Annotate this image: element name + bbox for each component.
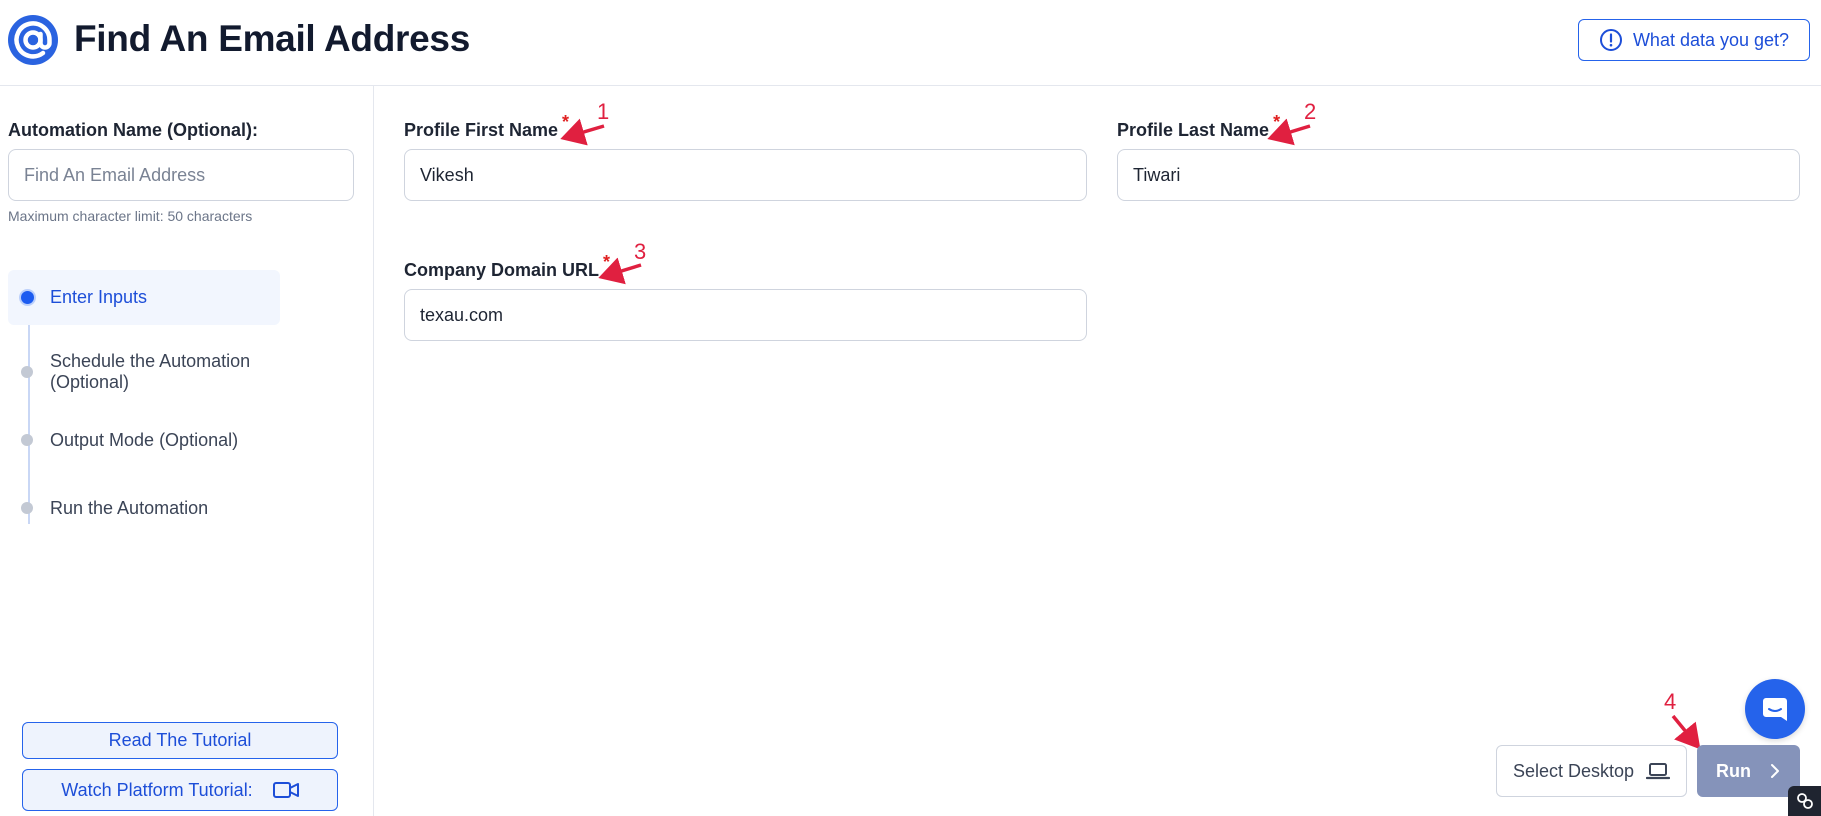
step-output-mode[interactable]: Output Mode (Optional) — [8, 406, 280, 474]
run-button[interactable]: Run — [1697, 745, 1800, 797]
corner-widget[interactable] — [1788, 786, 1821, 816]
last-name-label-text: Profile Last Name — [1117, 120, 1270, 140]
annotation-arrow-1 — [560, 118, 605, 146]
automation-name-label: Automation Name (Optional): — [8, 120, 258, 140]
at-sign-logo-icon — [8, 15, 58, 65]
first-name-label: Profile First Name * — [404, 112, 569, 141]
sidebar: Automation Name (Optional): Maximum char… — [0, 86, 374, 816]
chat-support-button[interactable] — [1745, 679, 1805, 739]
read-tutorial-button[interactable]: Read The Tutorial — [22, 722, 338, 759]
annotation-arrow-4 — [1671, 714, 1701, 750]
chevron-right-icon — [1771, 764, 1779, 778]
chat-icon — [1763, 698, 1787, 721]
last-name-label: Profile Last Name * — [1117, 112, 1280, 141]
steps-list: Enter Inputs Schedule the Automation (Op… — [8, 270, 280, 542]
company-domain-input[interactable] — [404, 289, 1087, 341]
page-title: Find An Email Address — [74, 18, 470, 59]
link-gear-icon — [1796, 793, 1813, 809]
char-limit-hint: Maximum character limit: 50 characters — [8, 208, 253, 224]
first-name-input[interactable] — [404, 149, 1087, 201]
step-run-automation[interactable]: Run the Automation — [8, 474, 280, 542]
step-label: Schedule the Automation (Optional) — [50, 351, 251, 392]
select-desktop-label: Select Desktop — [1512, 760, 1635, 781]
info-circle-icon — [1599, 29, 1622, 51]
annotation-number-2: 2 — [1304, 99, 1317, 124]
last-name-input[interactable] — [1117, 149, 1800, 201]
step-dot — [21, 434, 33, 446]
required-mark: * — [603, 252, 611, 272]
step-enter-inputs[interactable]: Enter Inputs — [8, 270, 280, 325]
select-desktop-button[interactable]: Select Desktop — [1496, 745, 1687, 797]
run-label: Run — [1716, 760, 1751, 781]
required-mark: * — [562, 112, 570, 132]
video-camera-icon — [272, 782, 299, 798]
step-dot — [21, 366, 33, 378]
read-tutorial-label: Read The Tutorial — [108, 730, 252, 750]
step-label: Run the Automation — [50, 497, 209, 518]
automation-name-input[interactable] — [8, 149, 354, 201]
what-data-label: What data you get? — [1632, 29, 1790, 50]
laptop-icon — [1646, 763, 1671, 780]
watch-tutorial-label: Watch Platform Tutorial: — [61, 779, 253, 800]
first-name-label-text: Profile First Name — [404, 120, 559, 140]
page-header: Find An Email Address What data you get? — [0, 0, 1821, 86]
step-label: Output Mode (Optional) — [50, 429, 239, 450]
annotation-number-4: 4 — [1664, 689, 1677, 714]
annotation-number-3: 3 — [634, 239, 647, 264]
step-dot — [21, 502, 33, 514]
annotation-arrow-3 — [598, 257, 642, 285]
company-domain-label: Company Domain URL * — [404, 252, 610, 281]
what-data-button[interactable]: What data you get? — [1578, 19, 1810, 61]
step-active-dot — [19, 289, 36, 306]
company-domain-label-text: Company Domain URL — [404, 260, 600, 280]
annotation-number-1: 1 — [597, 99, 610, 124]
required-mark: * — [1273, 112, 1281, 132]
step-label: Enter Inputs — [50, 287, 148, 307]
step-schedule-automation[interactable]: Schedule the Automation (Optional) — [8, 338, 280, 406]
watch-tutorial-button[interactable]: Watch Platform Tutorial: — [22, 769, 338, 811]
